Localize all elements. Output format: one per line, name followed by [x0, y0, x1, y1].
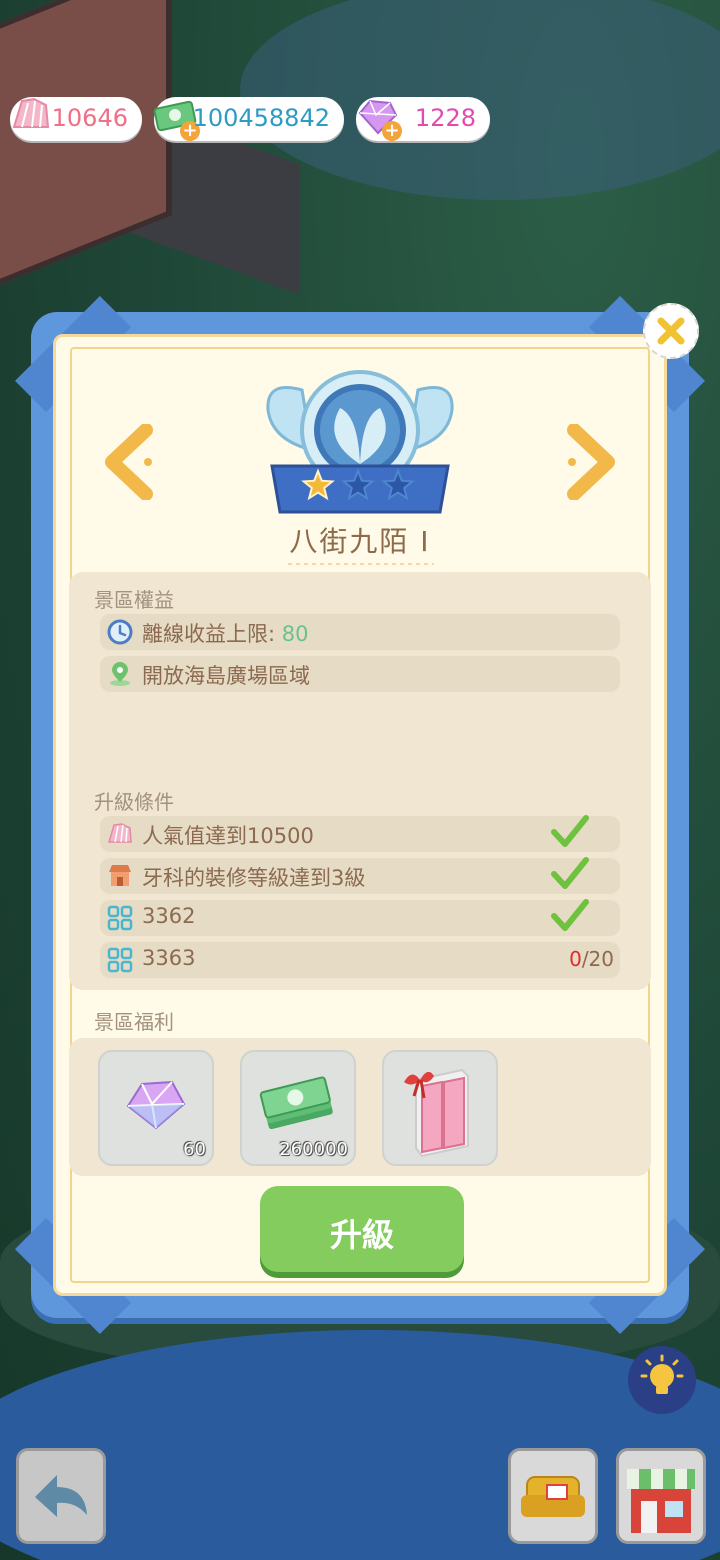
- lightbulb-icon: [640, 1354, 684, 1394]
- grid-icon: [107, 947, 133, 973]
- condition-row: 牙科的裝修等級達到3級: [100, 857, 620, 894]
- grid-icon: [107, 905, 133, 931]
- scenic-area-title: 八街九陌 I: [289, 525, 431, 558]
- cash-stack-icon: [259, 1076, 333, 1130]
- upgrade-button[interactable]: 升級: [260, 1186, 464, 1272]
- sofa-icon: [521, 1476, 585, 1517]
- hint-button[interactable]: [628, 1346, 696, 1414]
- scenic-level-badge: [266, 370, 454, 514]
- shell-icon: [12, 97, 50, 128]
- wardrobe-icon: [404, 1068, 469, 1158]
- back-arrow-icon: [35, 1475, 87, 1517]
- benefits-label: 景區權益: [94, 588, 174, 612]
- condition-row: 人氣值達到10500: [100, 815, 620, 852]
- reward-amount: 260000: [279, 1139, 348, 1160]
- benefit-row: 離線收益上限: 80: [100, 614, 620, 650]
- title-divider: [288, 563, 434, 565]
- checkmark-icon: [551, 815, 589, 847]
- rewards-label: 景區福利: [94, 1010, 174, 1034]
- gem-counter[interactable]: + 1228: [356, 97, 490, 141]
- benefit-value: 80: [281, 622, 309, 646]
- previous-arrow-icon[interactable]: [102, 424, 158, 500]
- benefit-text: 離線收益上限:: [142, 622, 276, 646]
- condition-text: 人氣值達到10500: [142, 824, 314, 848]
- checkmark-icon: [551, 857, 589, 889]
- location-pin-icon: [110, 662, 130, 686]
- reward-item-cash[interactable]: 260000: [240, 1050, 356, 1166]
- close-button[interactable]: [643, 303, 699, 359]
- add-gems-icon[interactable]: +: [382, 121, 402, 141]
- popularity-counter: 10646: [10, 97, 142, 141]
- benefit-text: 開放海島廣場區域: [142, 664, 310, 688]
- shop-button[interactable]: [616, 1448, 706, 1544]
- back-button[interactable]: [16, 1448, 106, 1544]
- reward-amount: 60: [183, 1139, 206, 1160]
- furniture-button[interactable]: [508, 1448, 598, 1544]
- benefit-row: 開放海島廣場區域: [100, 656, 620, 692]
- condition-row: 3362: [100, 899, 620, 936]
- conditions-label: 升級條件: [94, 790, 174, 814]
- shell-icon: [107, 823, 132, 843]
- clock-icon: [107, 619, 133, 645]
- condition-row: 3363 0/20: [100, 942, 620, 978]
- checkmark-icon: [551, 899, 589, 931]
- shop-icon: [627, 1469, 695, 1533]
- reward-item-gems[interactable]: 60: [98, 1050, 214, 1166]
- condition-text: 牙科的裝修等級達到3級: [142, 866, 366, 890]
- close-icon: [657, 317, 685, 345]
- condition-progress: 0/20: [569, 947, 614, 971]
- condition-text: 3362: [142, 904, 196, 928]
- next-arrow-icon[interactable]: [562, 424, 618, 500]
- upgrade-button-label: 升級: [329, 1216, 394, 1254]
- condition-text: 3363: [142, 946, 196, 970]
- gem-icon: [126, 1080, 186, 1130]
- reward-item-wardrobe[interactable]: [382, 1050, 498, 1166]
- cash-counter[interactable]: + 100458842: [153, 97, 344, 141]
- shop-icon: [109, 865, 131, 886]
